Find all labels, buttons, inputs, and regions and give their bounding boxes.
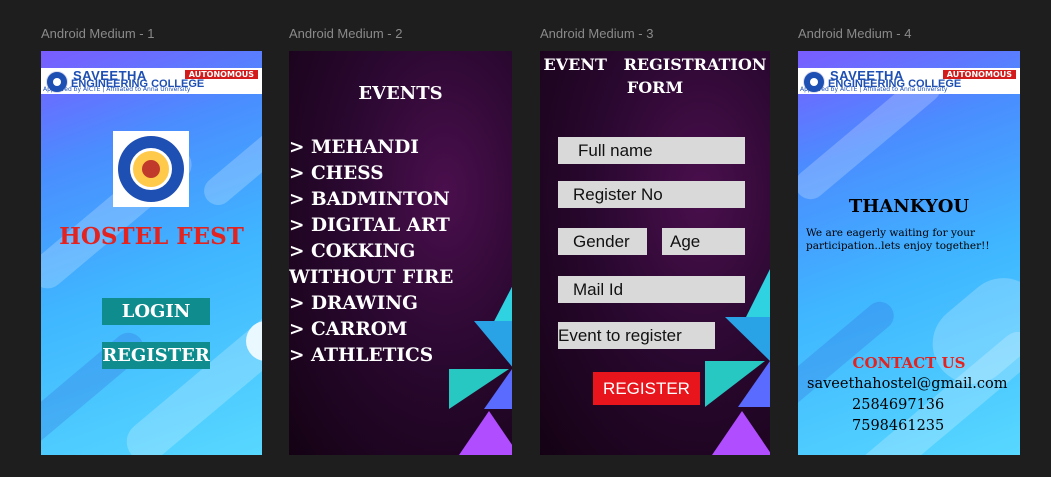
form-title-line-1: EVENT REGISTRATION	[543, 55, 767, 74]
banner-subtitle: Approved by AICTE | Affiliated to Anna U…	[43, 86, 191, 93]
thank-you-message: We are eagerly waiting for your particip…	[806, 227, 990, 252]
age-input[interactable]	[662, 228, 745, 255]
screen-registration-form: EVENT REGISTRATION FORM REGISTER	[540, 51, 770, 455]
full-name-input[interactable]	[558, 137, 745, 164]
contact-phone-1[interactable]: 2584697136	[852, 397, 944, 413]
list-item: > CHESS	[289, 163, 384, 184]
form-title-line-2: FORM	[626, 78, 684, 97]
frame-label-4: Android Medium - 4	[798, 26, 912, 41]
mail-id-input[interactable]	[558, 276, 745, 303]
screen-login: SAVEETHA ENGINEERING COLLEGE AUTONOMOUS …	[41, 51, 262, 455]
banner-subtitle: Approved by AICTE | Affiliated to Anna U…	[800, 86, 948, 93]
form-title: EVENT REGISTRATION FORM	[540, 53, 770, 99]
event-to-register-input[interactable]	[558, 322, 715, 349]
gender-input[interactable]	[558, 228, 647, 255]
list-item: > ATHLETICS	[289, 345, 434, 366]
frame-label-1: Android Medium - 1	[41, 26, 155, 41]
event-list: > MEHANDI > CHESS > BADMINTON > DIGITAL …	[289, 135, 511, 369]
contact-title: CONTACT US	[852, 354, 966, 372]
list-item: > COKKING WITHOUT FIRE	[289, 241, 454, 288]
login-button[interactable]: LOGIN	[102, 298, 210, 325]
frame-label-3: Android Medium - 3	[540, 26, 654, 41]
college-emblem-icon	[113, 131, 189, 207]
college-banner: SAVEETHA ENGINEERING COLLEGE AUTONOMOUS …	[798, 68, 1020, 94]
screen-events: EVENTS > MEHANDI > CHESS > BADMINTON > D…	[289, 51, 512, 455]
list-item: > MEHANDI	[289, 137, 419, 158]
contact-email[interactable]: saveethahostel@gmail.com	[807, 376, 1007, 392]
screen-thank-you: SAVEETHA ENGINEERING COLLEGE AUTONOMOUS …	[798, 51, 1020, 455]
frame-label-2: Android Medium - 2	[289, 26, 403, 41]
events-title: EVENTS	[358, 83, 443, 104]
contact-phone-2[interactable]: 7598461235	[852, 418, 944, 434]
list-item: > DIGITAL ART	[289, 215, 450, 236]
college-banner: SAVEETHA ENGINEERING COLLEGE AUTONOMOUS …	[41, 68, 262, 94]
autonomous-badge: AUTONOMOUS	[942, 70, 1016, 79]
register-button[interactable]: REGISTER	[102, 342, 210, 369]
list-item: > CARROM	[289, 319, 408, 340]
autonomous-badge: AUTONOMOUS	[184, 70, 258, 79]
register-no-input[interactable]	[558, 181, 745, 208]
list-item: > DRAWING	[289, 293, 418, 314]
app-title: HOSTEL FEST	[59, 223, 244, 250]
submit-register-button[interactable]: REGISTER	[593, 372, 700, 405]
list-item: > BADMINTON	[289, 189, 450, 210]
thank-you-title: THANKYOU	[848, 196, 970, 217]
